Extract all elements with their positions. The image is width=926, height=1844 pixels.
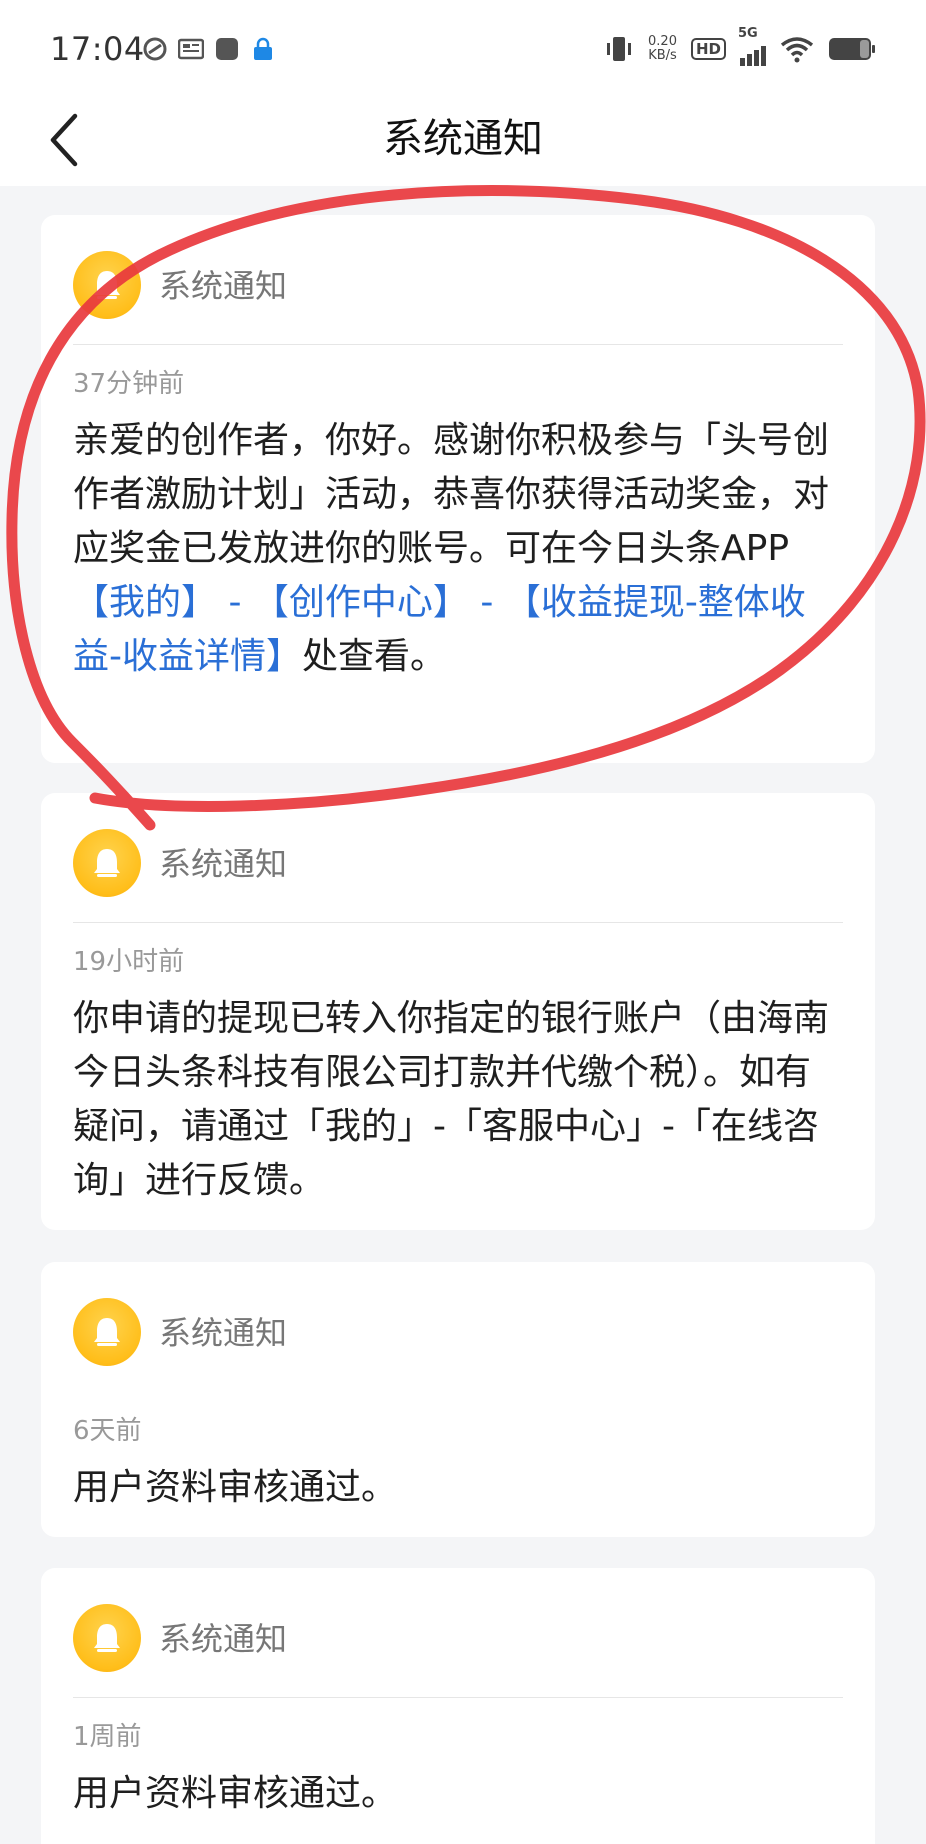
bell-icon: [73, 251, 141, 319]
network-speed-value: 0.20: [648, 34, 677, 49]
status-bar: 17:04 0.20 KB/s HD 5G: [0, 0, 926, 100]
news-app-icon: [178, 38, 204, 60]
notification-time: 6天前: [73, 1416, 142, 1446]
notification-source: 系统通知: [159, 267, 288, 305]
notification-source: 系统通知: [159, 1620, 288, 1658]
notification-header: 系统通知: [41, 1568, 875, 1698]
notification-message: 亲爱的创作者，你好。感谢你积极参与「头号创作者激励计划」活动，恭喜你获得活动奖金…: [73, 414, 843, 684]
network-type-label: 5G: [738, 26, 758, 41]
notification-message: 用户资料审核通过。: [73, 1773, 398, 1814]
network-speed-unit: KB/s: [648, 48, 677, 63]
status-system-icons: 0.20 KB/s HD 5G: [604, 26, 876, 66]
network-speed: 0.20 KB/s: [648, 35, 677, 63]
app-square-icon: [216, 38, 238, 60]
message-text: 亲爱的创作者，你好。感谢你积极参与「头号创作者激励计划」活动，恭喜你获得活动奖金…: [73, 420, 830, 569]
bell-icon: [73, 1604, 141, 1672]
hd-voice-badge: HD: [690, 38, 726, 60]
battery-icon: [829, 38, 875, 60]
notification-message: 用户资料审核通过。: [73, 1467, 398, 1508]
sync-icon: [143, 37, 167, 61]
nav-header: 系统通知: [0, 100, 926, 186]
status-time: 17:04: [50, 30, 145, 68]
page-title: 系统通知: [383, 116, 543, 162]
notification-source: 系统通知: [159, 845, 288, 883]
notification-message: 你申请的提现已转入你指定的银行账户（由海南今日头条科技有限公司打款并代缴个税）。…: [73, 998, 830, 1201]
notification-time: 37分钟前: [73, 369, 185, 399]
notification-header: 系统通知: [41, 1262, 875, 1392]
notification-card[interactable]: 系统通知 19小时前 你申请的提现已转入你指定的银行账户（由海南今日头条科技有限…: [41, 793, 875, 1230]
notification-card[interactable]: 系统通知 6天前 用户资料审核通过。: [41, 1262, 875, 1537]
vibrate-icon: [607, 37, 632, 61]
divider: [73, 1697, 843, 1698]
notification-source: 系统通知: [159, 1314, 288, 1352]
bell-icon: [73, 1298, 141, 1366]
link-creator-center[interactable]: 【创作中心】: [253, 582, 469, 623]
cellular-signal-icon: 5G: [738, 26, 766, 66]
wifi-icon: [780, 37, 814, 63]
status-notification-icons: [142, 36, 276, 62]
notification-card[interactable]: 系统通知 37分钟前 亲爱的创作者，你好。感谢你积极参与「头号创作者激励计划」活…: [41, 215, 875, 763]
vpn-lock-icon: [254, 37, 272, 60]
notifications-page: 17:04 0.20 KB/s HD 5G 系统通知 系统通知 37分钟前 亲爱…: [0, 0, 926, 1844]
link-my[interactable]: 【我的】: [73, 582, 217, 623]
notification-header: 系统通知: [41, 215, 875, 345]
link-separator: -: [468, 582, 505, 623]
link-separator: -: [217, 582, 253, 623]
divider: [73, 344, 843, 345]
message-text-end: 处查看。: [302, 636, 447, 677]
notification-time: 19小时前: [73, 947, 185, 977]
bell-icon: [73, 829, 141, 897]
notification-header: 系统通知: [41, 793, 875, 923]
notification-card[interactable]: 系统通知 1周前 用户资料审核通过。: [41, 1568, 875, 1844]
notification-time: 1周前: [73, 1722, 142, 1752]
divider: [73, 922, 843, 923]
